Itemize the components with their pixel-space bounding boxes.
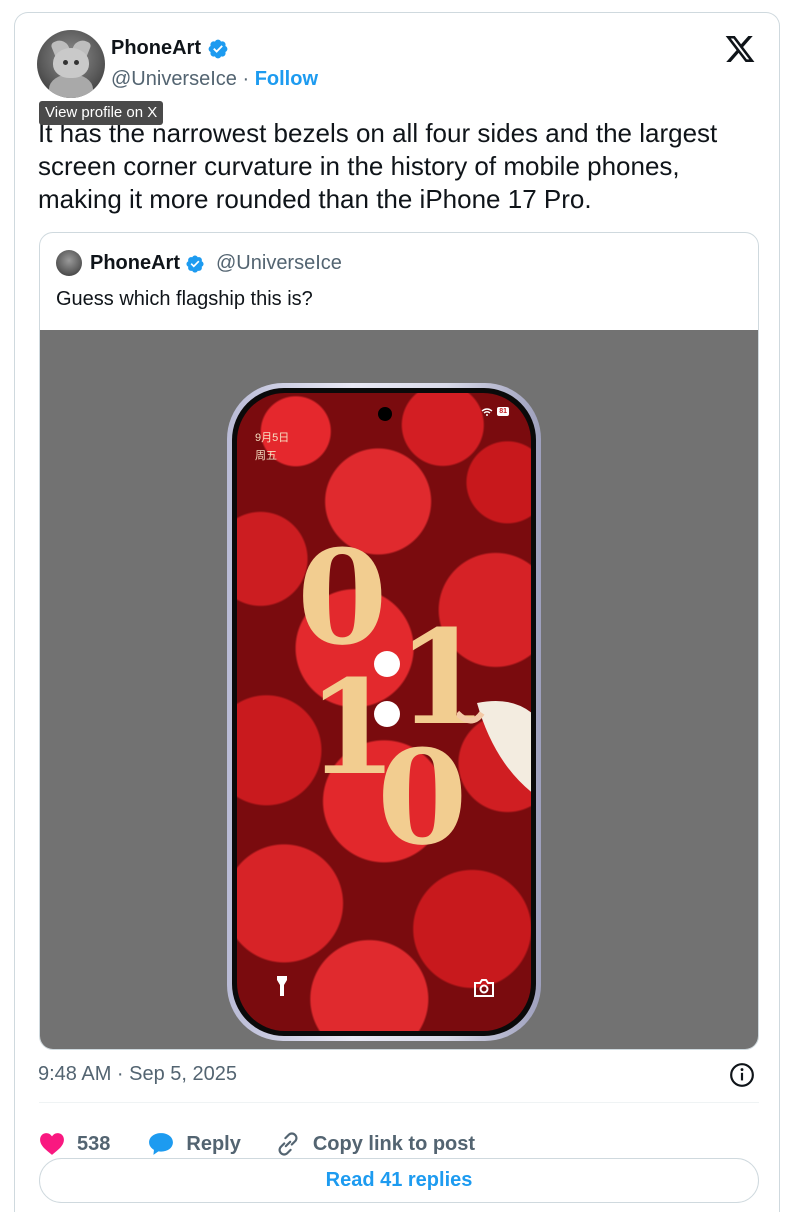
- camera-icon[interactable]: [473, 979, 495, 997]
- quoted-author-avatar[interactable]: [56, 250, 82, 276]
- phone-render: 81 9月5日 周五 0 1 1 0: [227, 383, 541, 1041]
- status-bar: 81: [481, 407, 509, 416]
- action-bar: 538 Reply Copy link to post: [39, 1129, 475, 1159]
- reply-label: Reply: [186, 1132, 241, 1155]
- view-profile-tooltip: View profile on X: [39, 101, 164, 125]
- quoted-tweet[interactable]: PhoneArt @UniverseIce Guess which flagsh…: [39, 232, 759, 1050]
- verified-badge-icon: [208, 39, 228, 58]
- read-replies-button[interactable]: Read 41 replies: [39, 1158, 759, 1203]
- separator-dot: ·: [236, 68, 255, 90]
- lock-weekday: 周五: [255, 450, 277, 462]
- heart-icon: [40, 1133, 64, 1155]
- wifi-icon: [481, 407, 493, 416]
- clock-digit-4: 0: [377, 721, 468, 874]
- quoted-tweet-image[interactable]: 81 9月5日 周五 0 1 1 0: [40, 330, 758, 1049]
- flashlight-icon[interactable]: [275, 975, 289, 997]
- copy-link-button[interactable]: Copy link to post: [275, 1131, 475, 1157]
- like-button[interactable]: 538: [39, 1132, 110, 1156]
- follow-button[interactable]: Follow: [255, 68, 318, 90]
- copy-link-label: Copy link to post: [312, 1132, 476, 1155]
- verified-badge-icon: [186, 254, 204, 273]
- tweet-timestamp[interactable]: 9:48 AM · Sep 5, 2025: [38, 1063, 237, 1086]
- battery-level: 81: [497, 407, 509, 416]
- clock-digit-1: 0: [297, 521, 388, 674]
- embedded-tweet-card: PhoneArt @UniverseIce · Follow View prof…: [14, 12, 780, 1212]
- hat-illustration: [457, 701, 531, 792]
- tweet-text: It has the narrowest bezels on all four …: [38, 118, 718, 214]
- author-handle-line: @UniverseIce · Follow: [111, 68, 318, 91]
- quoted-author-handle: @UniverseIce: [216, 252, 342, 274]
- author-name-text[interactable]: PhoneArt: [111, 37, 201, 60]
- front-camera-punch-hole: [378, 407, 392, 421]
- lock-date: 9月5日: [255, 432, 290, 444]
- phone-lock-screen: 81 9月5日 周五 0 1 1 0: [237, 393, 531, 1031]
- reply-button[interactable]: Reply: [148, 1132, 241, 1156]
- like-count: 538: [77, 1132, 111, 1155]
- quoted-author-name[interactable]: PhoneArt: [90, 252, 180, 275]
- clock-colon-dot: [374, 701, 400, 727]
- quoted-tweet-text: Guess which flagship this is?: [56, 288, 313, 310]
- reply-bubble-icon: [149, 1133, 174, 1155]
- info-icon[interactable]: [729, 1062, 755, 1088]
- link-icon: [278, 1132, 298, 1156]
- quoted-author-line: PhoneArt @UniverseIce: [90, 252, 342, 275]
- author-name[interactable]: PhoneArt: [111, 37, 229, 60]
- author-avatar[interactable]: [37, 30, 105, 98]
- author-handle[interactable]: @UniverseIce: [111, 68, 237, 90]
- divider: [39, 1102, 759, 1103]
- clock-colon-dot: [374, 651, 400, 677]
- lock-clock: 0 1 1 0: [297, 521, 487, 863]
- x-logo-icon[interactable]: [723, 33, 757, 65]
